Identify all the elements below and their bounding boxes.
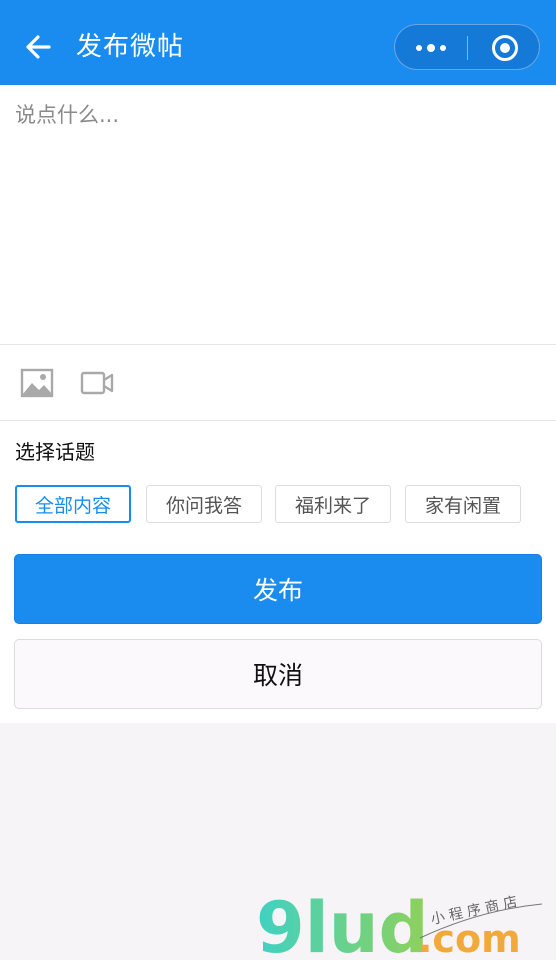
more-dots-icon xyxy=(440,45,446,51)
watermark-logo: 9lud .com 小 程 序 商 店 xyxy=(256,887,543,960)
add-image-button[interactable] xyxy=(20,365,56,401)
back-button[interactable] xyxy=(18,27,58,67)
arrow-left-icon xyxy=(26,35,51,59)
more-button[interactable] xyxy=(395,25,467,71)
topic-chip-all[interactable]: 全部内容 xyxy=(15,485,131,523)
topic-chip-welfare[interactable]: 福利来了 xyxy=(275,485,391,523)
publish-button[interactable]: 发布 xyxy=(14,554,542,624)
post-content-input[interactable] xyxy=(0,85,556,345)
page-title: 发布微帖 xyxy=(76,32,185,62)
mini-program-capsule xyxy=(394,24,540,70)
topic-chip-qa[interactable]: 你问我答 xyxy=(146,485,262,523)
add-video-button[interactable] xyxy=(80,365,116,401)
more-dots-icon xyxy=(416,45,422,51)
post-form: 选择话题 全部内容 你问我答 福利来了 家有闲置 发布 取消 xyxy=(0,85,556,723)
more-dots-icon xyxy=(427,44,435,52)
target-dot xyxy=(500,43,510,53)
close-mini-program-button[interactable] xyxy=(468,25,541,71)
media-toolbar xyxy=(0,345,556,420)
topic-section-label: 选择话题 xyxy=(15,440,95,464)
divider xyxy=(0,420,556,421)
video-camera-icon xyxy=(80,371,114,395)
cancel-button[interactable]: 取消 xyxy=(14,639,542,709)
topic-chip-idle-items[interactable]: 家有闲置 xyxy=(405,485,521,523)
navigation-bar: 发布微帖 xyxy=(0,0,556,85)
image-icon xyxy=(20,368,54,398)
svg-text:9lud: 9lud xyxy=(256,887,429,960)
